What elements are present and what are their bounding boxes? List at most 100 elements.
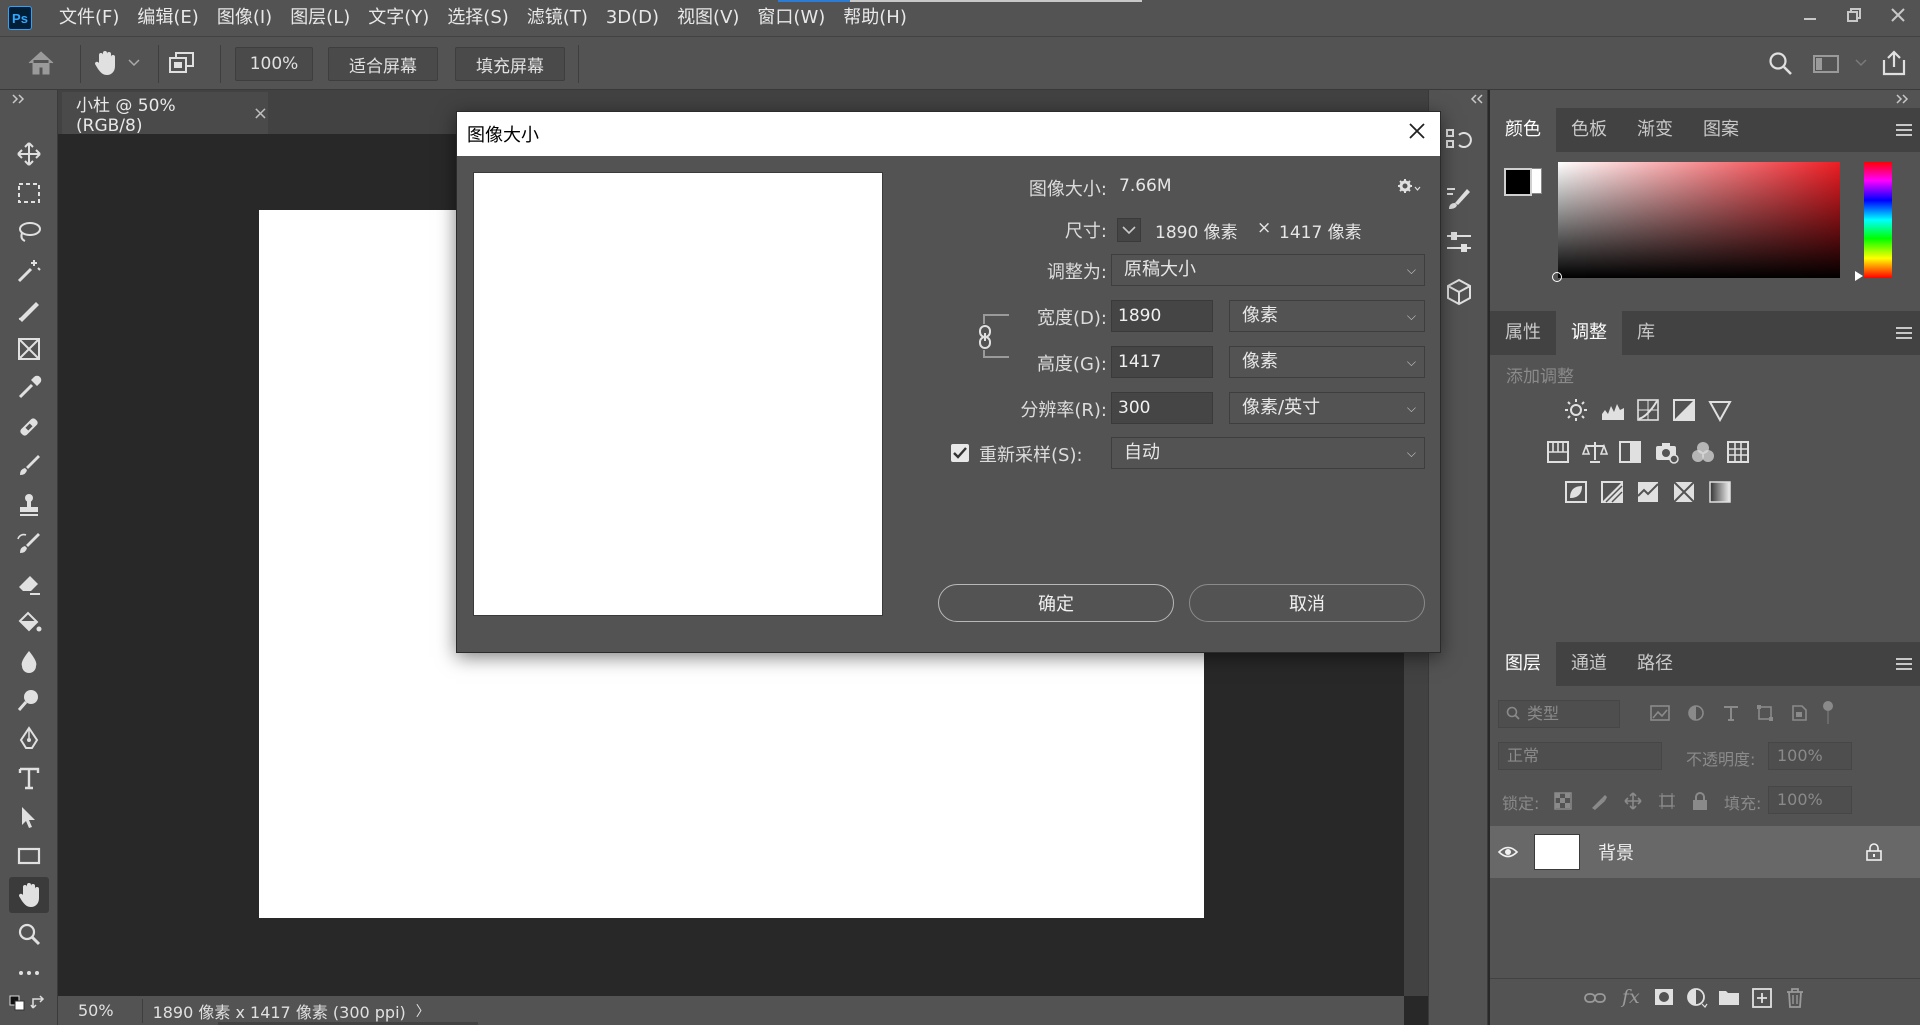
- filter-pixel-icon[interactable]: [1650, 704, 1670, 722]
- pen-slice-tool-icon[interactable]: [9, 292, 49, 328]
- new-layer-icon[interactable]: [1752, 988, 1772, 1008]
- default-colors-icon[interactable]: [8, 994, 26, 1012]
- path-selection-tool-icon[interactable]: [9, 799, 49, 835]
- magic-wand-tool-icon[interactable]: [9, 253, 49, 289]
- menu-edit[interactable]: 编辑(E): [128, 0, 207, 36]
- resample-select[interactable]: 自动 ⌵: [1111, 437, 1425, 469]
- chevron-down-icon[interactable]: [1855, 59, 1867, 67]
- status-arrow-icon[interactable]: 〉: [416, 1001, 430, 1021]
- minimize-icon[interactable]: [1788, 0, 1832, 30]
- close-icon[interactable]: [1876, 0, 1920, 30]
- close-tab-icon[interactable]: ×: [253, 103, 268, 124]
- posterize-icon[interactable]: [1600, 480, 1624, 504]
- dodge-tool-icon[interactable]: [9, 682, 49, 718]
- ok-button[interactable]: 确定: [938, 584, 1174, 622]
- lock-artboard-icon[interactable]: [1658, 792, 1676, 810]
- workspace-icon[interactable]: [1812, 53, 1840, 75]
- eraser-tool-icon[interactable]: [9, 565, 49, 601]
- threshold-icon[interactable]: [1636, 480, 1660, 504]
- rectangle-tool-icon[interactable]: [9, 838, 49, 874]
- close-icon[interactable]: [1408, 122, 1426, 140]
- tab-swatches[interactable]: 色板: [1556, 108, 1622, 152]
- layer-name[interactable]: 背景: [1598, 839, 1634, 865]
- more-tools-icon[interactable]: [9, 955, 49, 991]
- lasso-tool-icon[interactable]: [9, 214, 49, 250]
- selective-color-icon[interactable]: [1672, 480, 1696, 504]
- tab-adjustments[interactable]: 调整: [1556, 311, 1622, 355]
- link-layers-icon[interactable]: [1584, 990, 1606, 1006]
- share-icon[interactable]: [1880, 49, 1908, 77]
- status-zoom[interactable]: 50%: [78, 1001, 114, 1020]
- frame-tool-icon[interactable]: [9, 331, 49, 367]
- opacity-input[interactable]: 100%: [1768, 742, 1852, 770]
- fill-screen-button[interactable]: 填充屏幕: [455, 47, 565, 81]
- menu-type[interactable]: 文字(Y): [359, 0, 438, 36]
- color-balance-icon[interactable]: [1582, 440, 1608, 464]
- search-icon[interactable]: [1768, 51, 1794, 77]
- fill-input[interactable]: 100%: [1768, 786, 1852, 814]
- hue-slider[interactable]: [1864, 162, 1892, 278]
- lock-all-icon[interactable]: [1692, 792, 1708, 810]
- color-picker-cursor[interactable]: [1552, 272, 1562, 282]
- new-group-icon[interactable]: [1718, 988, 1740, 1006]
- hand-tool-icon[interactable]: [92, 49, 118, 77]
- color-lookup-icon[interactable]: [1726, 440, 1750, 464]
- vibrance-icon[interactable]: [1708, 398, 1732, 422]
- resample-checkbox[interactable]: [951, 444, 969, 462]
- gradient-map-icon[interactable]: [1708, 480, 1732, 504]
- tab-libraries[interactable]: 库: [1622, 311, 1670, 355]
- layer-row[interactable]: 背景: [1490, 826, 1920, 878]
- filter-toggle-icon[interactable]: [1822, 700, 1834, 726]
- move-tool-icon[interactable]: [9, 136, 49, 172]
- history-brush-tool-icon[interactable]: [9, 526, 49, 562]
- swap-colors-icon[interactable]: [30, 994, 48, 1012]
- chevron-down-icon[interactable]: [128, 59, 140, 67]
- history-panel-icon[interactable]: [1443, 124, 1475, 156]
- brush-settings-icon[interactable]: [1443, 182, 1475, 214]
- blur-tool-icon[interactable]: [9, 643, 49, 679]
- curves-icon[interactable]: [1636, 398, 1660, 422]
- tab-layers[interactable]: 图层: [1490, 642, 1556, 686]
- brightness-icon[interactable]: [1564, 398, 1588, 422]
- restore-icon[interactable]: [1832, 0, 1876, 30]
- expand-panels-icon[interactable]: [1896, 94, 1910, 104]
- eyedropper-tool-icon[interactable]: [9, 370, 49, 406]
- link-proportions-icon[interactable]: [975, 324, 995, 350]
- visibility-eye-icon[interactable]: [1490, 845, 1526, 859]
- 3d-panel-icon[interactable]: [1443, 276, 1475, 308]
- cancel-button[interactable]: 取消: [1189, 584, 1425, 622]
- home-icon[interactable]: [26, 49, 56, 77]
- fit-to-select[interactable]: 原稿大小 ⌵: [1111, 254, 1425, 286]
- foreground-color-swatch[interactable]: [1504, 168, 1532, 196]
- invert-icon[interactable]: [1564, 480, 1588, 504]
- zoom-tool-icon[interactable]: [9, 916, 49, 952]
- tab-channels[interactable]: 通道: [1556, 642, 1622, 686]
- black-white-icon[interactable]: [1618, 440, 1642, 464]
- resolution-input[interactable]: 300: [1111, 392, 1213, 424]
- panel-menu-icon[interactable]: [1896, 124, 1912, 139]
- height-input[interactable]: 1417: [1111, 346, 1213, 378]
- menu-filter[interactable]: 滤镜(T): [518, 0, 597, 36]
- menu-select[interactable]: 选择(S): [438, 0, 517, 36]
- brush-tool-icon[interactable]: [9, 448, 49, 484]
- image-preview[interactable]: [473, 172, 883, 616]
- panel-menu-icon[interactable]: [1896, 327, 1912, 342]
- fx-icon[interactable]: fx: [1622, 986, 1640, 1008]
- resolution-unit-select[interactable]: 像素/英寸 ⌵: [1229, 392, 1425, 424]
- delete-layer-icon[interactable]: [1786, 988, 1804, 1008]
- dimensions-unit-dropdown[interactable]: [1117, 218, 1141, 242]
- menu-3d[interactable]: 3D(D): [597, 0, 668, 36]
- exposure-icon[interactable]: [1672, 398, 1696, 422]
- layer-mask-icon[interactable]: [1654, 988, 1674, 1006]
- tab-gradients[interactable]: 渐变: [1622, 108, 1688, 152]
- tab-color[interactable]: 颜色: [1490, 108, 1556, 152]
- levels-icon[interactable]: [1600, 398, 1626, 422]
- gear-icon[interactable]: [1397, 178, 1421, 196]
- expand-toolbox-icon[interactable]: [12, 94, 26, 104]
- width-unit-select[interactable]: 像素 ⌵: [1229, 300, 1425, 332]
- zoom-100-button[interactable]: 100%: [235, 47, 313, 81]
- document-tab[interactable]: 小杜 @ 50%(RGB/8) ×: [62, 92, 268, 136]
- blend-mode-select[interactable]: 正常: [1498, 742, 1662, 770]
- lock-position-icon[interactable]: [1624, 792, 1642, 810]
- menu-image[interactable]: 图像(I): [208, 0, 281, 36]
